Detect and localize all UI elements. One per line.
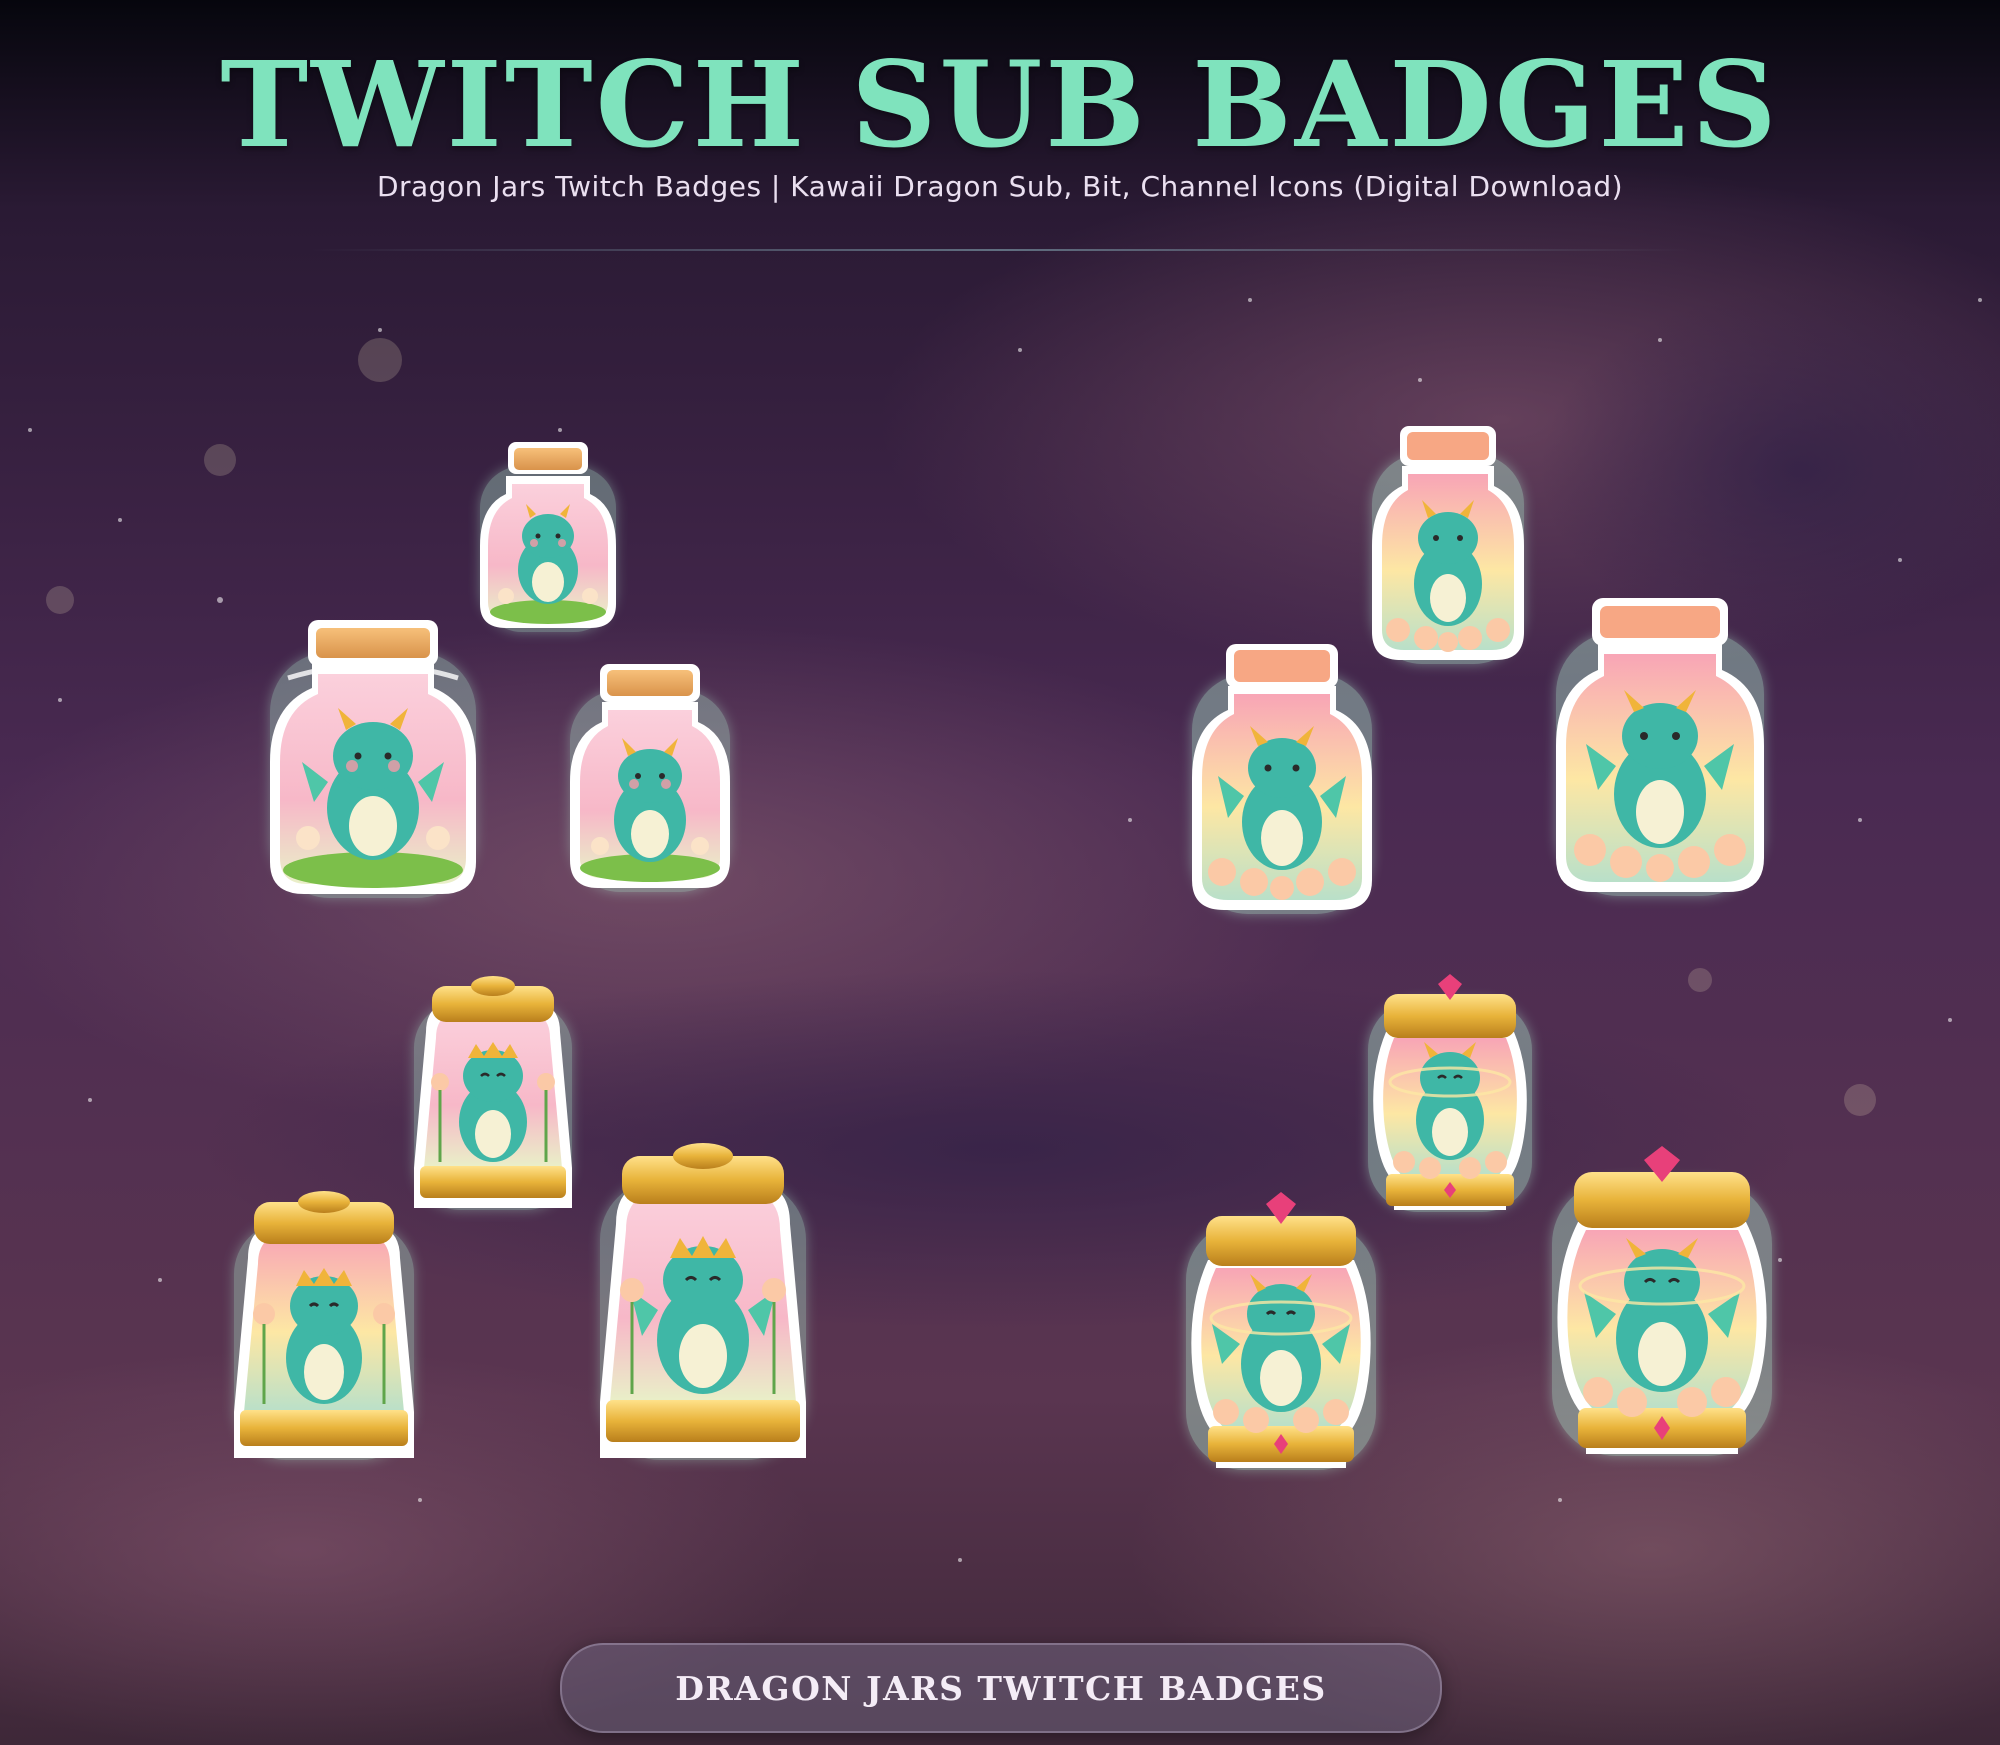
footer-label: DRAGON JARS TWITCH BADGES [675, 1668, 1327, 1708]
badge-cork-jar-grass-medium [562, 656, 738, 896]
header: TWITCH SUB BADGES Dragon Jars Twitch Bad… [0, 40, 2000, 203]
header-divider [310, 249, 1690, 251]
badge-gem-jar-large [1544, 1142, 1780, 1460]
badge-cork-jar-grass-small [472, 436, 624, 636]
page-subtitle: Dragon Jars Twitch Badges | Kawaii Drago… [376, 169, 1624, 203]
badge-cork-jar-grass-large [262, 612, 484, 902]
badge-gem-jar-small [1360, 970, 1540, 1216]
badge-gold-jar-large [592, 1140, 814, 1464]
badge-gem-jar-medium [1178, 1188, 1384, 1474]
badge-cork-jar-lotus-medium [1184, 636, 1380, 918]
badge-gold-jar-medium [226, 1188, 422, 1464]
badge-cork-jar-lotus-large [1548, 590, 1772, 900]
badge-gold-jar-small [406, 972, 580, 1214]
footer-banner: DRAGON JARS TWITCH BADGES [560, 1643, 1442, 1733]
badge-cork-jar-lotus-small [1364, 420, 1532, 668]
page-title: TWITCH SUB BADGES [220, 35, 1780, 174]
